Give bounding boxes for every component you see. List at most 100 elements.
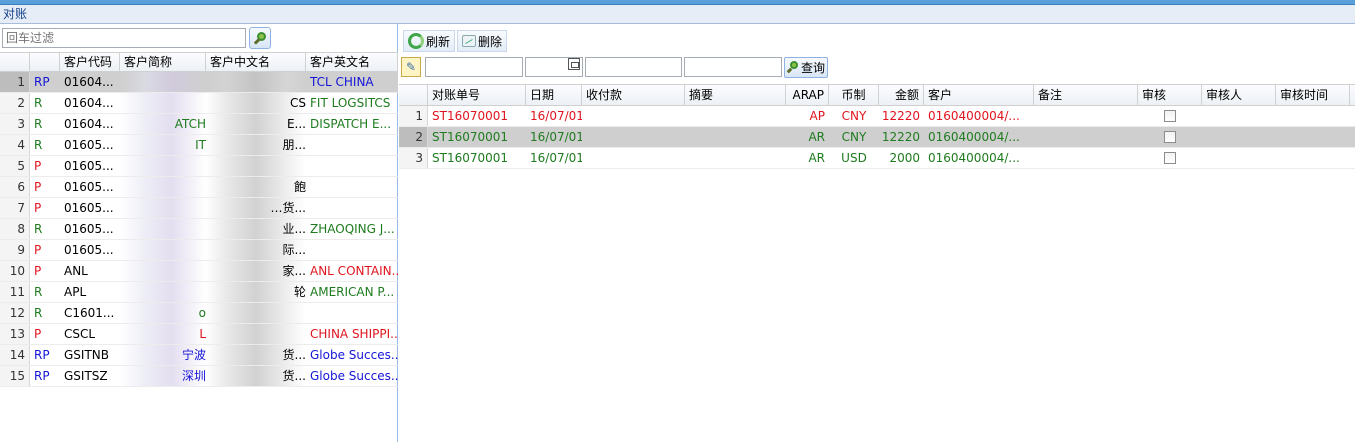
audit-cell	[1138, 106, 1202, 126]
statement-no: ST16070001	[432, 151, 509, 165]
customer-row[interactable]: 14 RP GSITNB 宁波 货... Globe Succes...	[0, 345, 398, 366]
row-number: 11	[0, 282, 30, 302]
query-statement-no-input[interactable]	[425, 57, 523, 77]
customer-en-name: Globe Succes...	[310, 369, 398, 383]
customer-en-name: FIT LOGSITCS	[310, 96, 391, 110]
row-number-header	[0, 53, 30, 71]
customer-cn-name: 货...	[206, 345, 306, 365]
customer-en-name: TCL CHINA	[310, 75, 374, 89]
customer-cn-name: 家...	[206, 261, 306, 281]
calendar-icon[interactable]	[568, 58, 580, 70]
customer-code: APL	[64, 285, 87, 299]
filter-row	[0, 27, 398, 49]
customer-row[interactable]: 2 R 01604... CS FIT LOGSITCS	[0, 93, 398, 114]
col-customer-en-name[interactable]: 客户英文名	[306, 53, 398, 71]
customer-grid: 客户代码 客户简称 客户中文名 客户英文名 1 RP 01604... TCL CHI…	[0, 52, 398, 387]
customer-cn-name	[206, 72, 306, 92]
col-audit-time[interactable]: 审核时间	[1276, 85, 1350, 105]
query-button[interactable]: 查询	[784, 57, 828, 78]
col-customer[interactable]: 客户	[924, 85, 1034, 105]
customer-row[interactable]: 6 P 01605... 飽	[0, 177, 398, 198]
customer-cn-name: …货...	[206, 198, 306, 218]
customer-code: 01605...	[64, 222, 114, 236]
col-customer-code[interactable]: 客户代码	[60, 53, 120, 71]
customer-row[interactable]: 9 P 01605... 际...	[0, 240, 398, 261]
statement-row[interactable]: 1 ST16070001 16/07/01 AP CNY 12220 0160400004/…	[399, 106, 1355, 127]
customer-row[interactable]: 11 R APL 轮 AMERICAN P...	[0, 282, 398, 303]
customer-row[interactable]: 13 P CSCL L CHINA SHIPPI...	[0, 324, 398, 345]
customer-row[interactable]: 8 R 01605... 业... ZHAOQING J...	[0, 219, 398, 240]
clear-button[interactable]: ✎	[401, 57, 421, 77]
customer-row[interactable]: 10 P ANL 家... ANL CONTAIN...	[0, 261, 398, 282]
audit-time	[1276, 106, 1350, 126]
customer-code: GSITSZ	[64, 369, 108, 383]
col-memo[interactable]: 摘要	[685, 85, 786, 105]
audit-checkbox[interactable]	[1164, 109, 1176, 122]
col-date[interactable]: 日期	[526, 85, 582, 105]
customer-type: R	[34, 306, 43, 320]
customer-type: R	[34, 138, 43, 152]
col-arap[interactable]: ARAP	[786, 85, 829, 105]
row-number: 5	[0, 156, 30, 176]
customer-pane: 客户代码 客户简称 客户中文名 客户英文名 1RP01604...TCL CHI…	[0, 24, 398, 442]
query-field-4[interactable]	[684, 57, 782, 77]
col-audit[interactable]: 审核	[1138, 85, 1202, 105]
row-number: 2	[0, 93, 30, 113]
customer-en-name: ZHAOQING J...	[310, 222, 395, 236]
audit-checkbox[interactable]	[1164, 130, 1176, 143]
statement-no: ST16070001	[432, 109, 509, 123]
row-number: 14	[0, 345, 30, 365]
customer-type: RP	[34, 348, 50, 362]
statement-grid-header: 对账单号 日期 收付款 摘要 ARAP 币制 金额 客户 备注 审核 审核人 审…	[399, 84, 1355, 106]
statement-row[interactable]: 2 ST16070001 16/07/01 AR CNY 12220 0160400004/…	[399, 127, 1355, 148]
audit-time	[1276, 148, 1350, 168]
row-number: 13	[0, 324, 30, 344]
customer-row[interactable]: 1 RP 01604... TCL CHINA	[0, 72, 398, 93]
filter-search-button[interactable]	[249, 27, 271, 49]
customer-row[interactable]: 12 R C1601... o	[0, 303, 398, 324]
col-customer-abbr[interactable]: 客户简称	[120, 53, 206, 71]
col-customer-cn-name[interactable]: 客户中文名	[206, 53, 306, 71]
customer-type: R	[34, 96, 43, 110]
delete-button[interactable]: 删除	[457, 30, 508, 52]
col-amount[interactable]: 金额	[879, 85, 924, 105]
query-field-3[interactable]	[585, 57, 682, 77]
audit-checkbox[interactable]	[1164, 151, 1176, 164]
broom-icon: ✎	[405, 60, 417, 74]
refresh-button[interactable]: 刷新	[403, 30, 456, 52]
customer-rows: 1 RP 01604... TCL CHINA 2 R 01604... CS FIT LOGS…	[0, 72, 398, 387]
payment	[582, 106, 685, 126]
filter-input[interactable]	[2, 28, 246, 48]
memo	[685, 127, 786, 147]
col-statement-no[interactable]: 对账单号	[428, 85, 526, 105]
statement-rows: 1 ST16070001 16/07/01 AP CNY 12220 0160400004/…	[399, 106, 1355, 169]
audit-time	[1276, 127, 1350, 147]
customer-code: 01605...	[64, 159, 114, 173]
delete-label: 删除	[478, 34, 503, 49]
statement-date: 16/07/01	[530, 130, 582, 144]
row-number: 12	[0, 303, 30, 323]
row-number: 1	[0, 72, 30, 92]
customer-code: 01605...	[64, 243, 114, 257]
col-currency[interactable]: 币制	[829, 85, 879, 105]
col-payment[interactable]: 收付款	[582, 85, 685, 105]
arap: AR	[808, 151, 825, 165]
customer-row[interactable]: 3 R 01604... ATCH E... DISPATCH E...	[0, 114, 398, 135]
remark	[1034, 106, 1138, 126]
customer-row[interactable]: 5 P 01605...	[0, 156, 398, 177]
customer-en-name	[306, 198, 398, 218]
audit-cell	[1138, 148, 1202, 168]
statement-date: 16/07/01	[530, 151, 582, 165]
refresh-icon	[408, 33, 424, 49]
col-auditor[interactable]: 审核人	[1202, 85, 1276, 105]
customer-type: R	[34, 117, 43, 131]
statement-row[interactable]: 3 ST16070001 16/07/01 AR USD 2000 0160400004/.…	[399, 148, 1355, 169]
customer-type: P	[34, 201, 42, 215]
customer-row[interactable]: 15 RP GSITSZ 深圳 货... Globe Succes...	[0, 366, 398, 387]
customer-en-name	[306, 177, 398, 197]
customer-row[interactable]: 4 R 01605... IT 朋...	[0, 135, 398, 156]
customer-row[interactable]: 7 P 01605... …货...	[0, 198, 398, 219]
customer-type: RP	[34, 369, 50, 383]
customer-abbr	[120, 219, 206, 239]
col-remark[interactable]: 备注	[1034, 85, 1138, 105]
